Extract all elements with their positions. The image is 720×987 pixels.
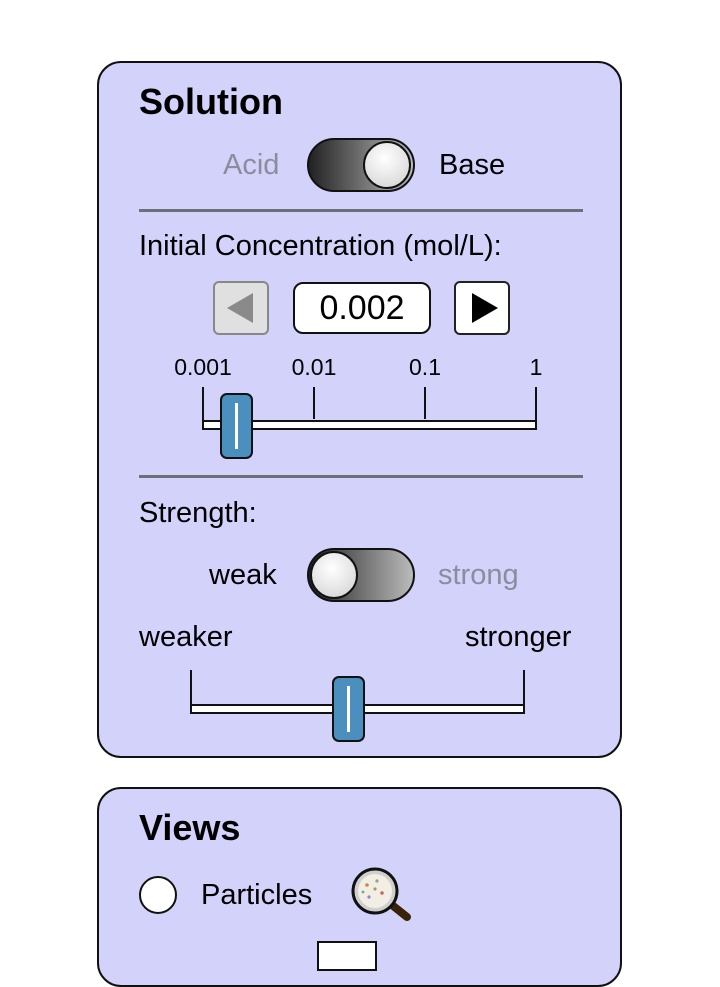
- strength-slider-thumb[interactable]: [331, 676, 365, 742]
- decrement-button[interactable]: [213, 281, 269, 335]
- particles-label[interactable]: Particles: [201, 879, 312, 912]
- increment-button[interactable]: [454, 281, 510, 335]
- weaker-label: weaker: [139, 621, 233, 653]
- slider-tick: [424, 387, 426, 419]
- tick-label: 0.1: [409, 354, 441, 380]
- acid-label[interactable]: Acid: [223, 149, 279, 182]
- particles-radio[interactable]: [139, 876, 177, 914]
- tick-label: 0.01: [291, 354, 337, 380]
- divider: [139, 475, 583, 478]
- weak-strong-toggle[interactable]: [307, 548, 415, 602]
- views-panel: Views Particles: [97, 787, 622, 987]
- left-arrow-icon: [227, 293, 253, 323]
- tick-label: 0.001: [174, 354, 232, 380]
- concentration-value: 0.002: [293, 282, 431, 334]
- toggle-knob: [310, 551, 358, 599]
- partial-checkbox[interactable]: [317, 941, 377, 971]
- concentration-label: Initial Concentration (mol/L):: [139, 230, 502, 262]
- strong-label[interactable]: strong: [438, 559, 519, 592]
- toggle-knob: [363, 141, 411, 189]
- solution-panel: Solution Acid Base Initial Concentration…: [97, 61, 622, 758]
- divider: [139, 209, 583, 212]
- solution-title: Solution: [139, 81, 283, 122]
- slider-tick: [313, 387, 315, 419]
- stronger-label: stronger: [465, 621, 572, 653]
- tick-label: 1: [529, 354, 543, 380]
- weak-label[interactable]: weak: [209, 559, 277, 592]
- strength-label: Strength:: [139, 497, 257, 529]
- magnifier-icon: [351, 867, 411, 921]
- base-label[interactable]: Base: [439, 149, 505, 182]
- acid-base-toggle[interactable]: [307, 138, 415, 192]
- right-arrow-icon: [472, 293, 498, 323]
- views-title: Views: [139, 807, 241, 848]
- concentration-slider-thumb[interactable]: [220, 393, 254, 459]
